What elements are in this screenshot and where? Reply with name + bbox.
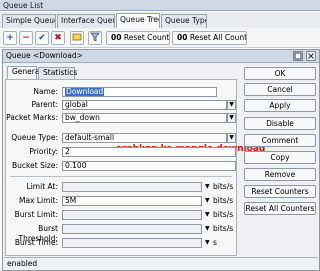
parent-value: global bbox=[65, 100, 88, 109]
filter-button[interactable] bbox=[88, 31, 102, 45]
burst-limit-field[interactable] bbox=[62, 210, 202, 220]
queue-type-dropdown-button[interactable]: ▼ bbox=[227, 133, 236, 143]
tab-statistics[interactable]: Statistics bbox=[38, 67, 77, 79]
note-icon bbox=[72, 33, 82, 41]
tab-queue-types[interactable]: Queue Types bbox=[161, 14, 207, 28]
add-button[interactable]: + bbox=[3, 31, 17, 45]
reset-all-counters-toolbar-button[interactable]: 00 Reset All Counters bbox=[172, 31, 247, 45]
status-bar: enabled bbox=[4, 257, 318, 269]
limit-at-field[interactable] bbox=[62, 182, 202, 192]
triangle-down-icon: ▼ bbox=[205, 183, 210, 190]
remove-button[interactable]: Remove bbox=[244, 168, 316, 181]
triangle-down-icon: ▼ bbox=[205, 239, 210, 246]
parent-label: Parent: bbox=[31, 100, 58, 109]
name-value: Download bbox=[65, 87, 105, 96]
reset-all-counters-label: Reset All Counters bbox=[189, 33, 247, 42]
triangle-down-icon: ▼ bbox=[205, 197, 210, 204]
ok-button[interactable]: OK bbox=[244, 67, 316, 80]
queue-type-value: default-small bbox=[65, 133, 115, 142]
packet-marks-select[interactable]: bw_down bbox=[62, 113, 227, 123]
burst-time-field[interactable] bbox=[62, 238, 202, 248]
bucket-size-label: Bucket Size: bbox=[12, 161, 58, 170]
general-form: Name: Download Parent: global ▼ Packet M… bbox=[5, 79, 265, 256]
close-button[interactable] bbox=[306, 51, 316, 61]
queue-dialog: Queue <Download> General Statistics Name… bbox=[2, 49, 320, 271]
remove-button[interactable]: − bbox=[19, 31, 33, 45]
maximize-button[interactable] bbox=[293, 51, 303, 61]
name-label: Name: bbox=[33, 87, 58, 96]
limit-at-unit: bits/s bbox=[213, 182, 234, 191]
tab-general[interactable]: General bbox=[7, 66, 42, 80]
burst-threshold-unit-dropdown[interactable]: ▼ bbox=[205, 224, 210, 234]
chevron-down-icon: ▼ bbox=[229, 114, 234, 121]
max-limit-field[interactable]: 5M bbox=[62, 196, 202, 206]
tab-queue-tree[interactable]: Queue Tree bbox=[116, 13, 160, 29]
max-limit-value: 5M bbox=[65, 196, 77, 205]
apply-button[interactable]: Apply bbox=[244, 99, 316, 112]
max-limit-unit: bits/s bbox=[213, 196, 234, 205]
disable-button[interactable]: Disable bbox=[244, 117, 316, 130]
packet-marks-label: Packet Marks: bbox=[6, 113, 58, 122]
chevron-down-icon: ▼ bbox=[229, 101, 234, 108]
priority-label: Priority: bbox=[29, 147, 58, 156]
reset-counters-toolbar-button[interactable]: 00 Reset Counters bbox=[106, 31, 170, 45]
tab-interface-queues[interactable]: Interface Queues bbox=[57, 14, 115, 28]
counter-icon: 00 bbox=[111, 33, 122, 42]
triangle-down-icon: ▼ bbox=[205, 225, 210, 232]
max-limit-unit-dropdown[interactable]: ▼ bbox=[205, 196, 210, 206]
packet-marks-dropdown-button[interactable]: ▼ bbox=[227, 113, 236, 123]
parent-select[interactable]: global bbox=[62, 100, 227, 110]
limit-at-unit-dropdown[interactable]: ▼ bbox=[205, 182, 210, 192]
name-field[interactable]: Download bbox=[62, 87, 217, 97]
burst-time-label: Burst Time: bbox=[14, 238, 58, 247]
reset-counters-button[interactable]: Reset Counters bbox=[244, 185, 316, 198]
parent-dropdown-button[interactable]: ▼ bbox=[227, 100, 236, 110]
burst-limit-unit-dropdown[interactable]: ▼ bbox=[205, 210, 210, 220]
packet-marks-value: bw_down bbox=[65, 113, 100, 122]
queue-type-select[interactable]: default-small bbox=[62, 133, 227, 143]
toolbar: + − ✔ ✖ 00 Reset Counters 00 Reset All C… bbox=[0, 28, 320, 48]
enable-button[interactable]: ✔ bbox=[35, 31, 49, 45]
copy-button[interactable]: Copy bbox=[244, 151, 316, 164]
main-tabs: Simple Queues Interface Queues Queue Tre… bbox=[0, 12, 320, 29]
comment-button[interactable] bbox=[70, 31, 84, 45]
burst-limit-label: Burst Limit: bbox=[14, 210, 58, 219]
disable-button[interactable]: ✖ bbox=[51, 31, 65, 45]
burst-threshold-unit: bits/s bbox=[213, 224, 234, 233]
counter-icon: 00 bbox=[177, 33, 188, 42]
close-icon bbox=[308, 53, 314, 59]
tab-simple-queues[interactable]: Simple Queues bbox=[2, 14, 56, 28]
divider bbox=[10, 176, 232, 178]
reset-counters-label: Reset Counters bbox=[123, 33, 170, 42]
burst-time-unit-dropdown[interactable]: ▼ bbox=[205, 238, 210, 248]
priority-field[interactable]: 2 bbox=[62, 147, 236, 157]
window-title: Queue List bbox=[0, 0, 320, 11]
chevron-down-icon: ▼ bbox=[229, 134, 234, 141]
max-limit-label: Max Limit: bbox=[18, 196, 58, 205]
filter-icon bbox=[90, 32, 100, 42]
cancel-button[interactable]: Cancel bbox=[244, 83, 316, 96]
priority-value: 2 bbox=[65, 147, 70, 156]
triangle-down-icon: ▼ bbox=[205, 211, 210, 218]
maximize-icon bbox=[294, 52, 302, 60]
burst-threshold-field[interactable] bbox=[62, 224, 202, 234]
reset-all-counters-button[interactable]: Reset All Counters bbox=[244, 202, 316, 215]
burst-limit-unit: bits/s bbox=[213, 210, 234, 219]
comment-button[interactable]: Comment bbox=[244, 134, 316, 147]
burst-time-unit: s bbox=[213, 238, 217, 247]
queue-type-label: Queue Type: bbox=[11, 133, 58, 142]
bucket-size-value: 0.100 bbox=[65, 161, 87, 170]
bucket-size-field[interactable]: 0.100 bbox=[62, 161, 236, 171]
limit-at-label: Limit At: bbox=[26, 182, 58, 191]
dialog-title: Queue <Download> bbox=[3, 50, 319, 63]
